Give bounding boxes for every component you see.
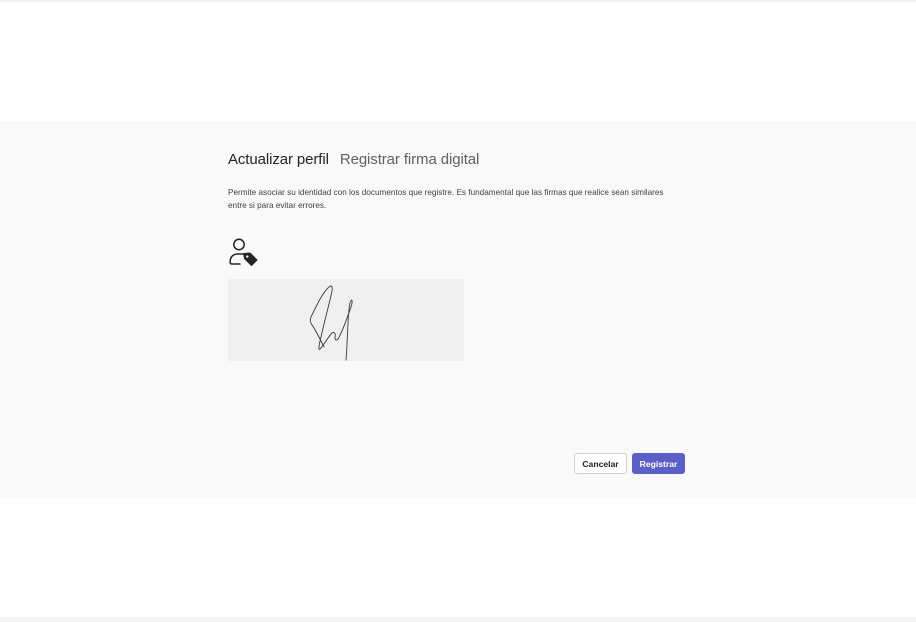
top-divider bbox=[0, 0, 916, 2]
signature-registration-panel: Actualizar perfil Registrar firma digita… bbox=[0, 121, 916, 498]
page-subtitle: Registrar firma digital bbox=[339, 151, 480, 168]
cancel-button[interactable]: Cancelar bbox=[574, 453, 627, 474]
description-text: Permite asociar su identidad con los doc… bbox=[228, 188, 664, 210]
panel-header: Actualizar perfil Registrar firma digita… bbox=[228, 151, 479, 168]
signature-pad[interactable] bbox=[228, 279, 464, 361]
person-tag-icon bbox=[228, 237, 260, 267]
page-title: Actualizar perfil bbox=[228, 151, 329, 168]
register-button[interactable]: Registrar bbox=[632, 453, 685, 474]
bottom-divider bbox=[0, 617, 916, 622]
